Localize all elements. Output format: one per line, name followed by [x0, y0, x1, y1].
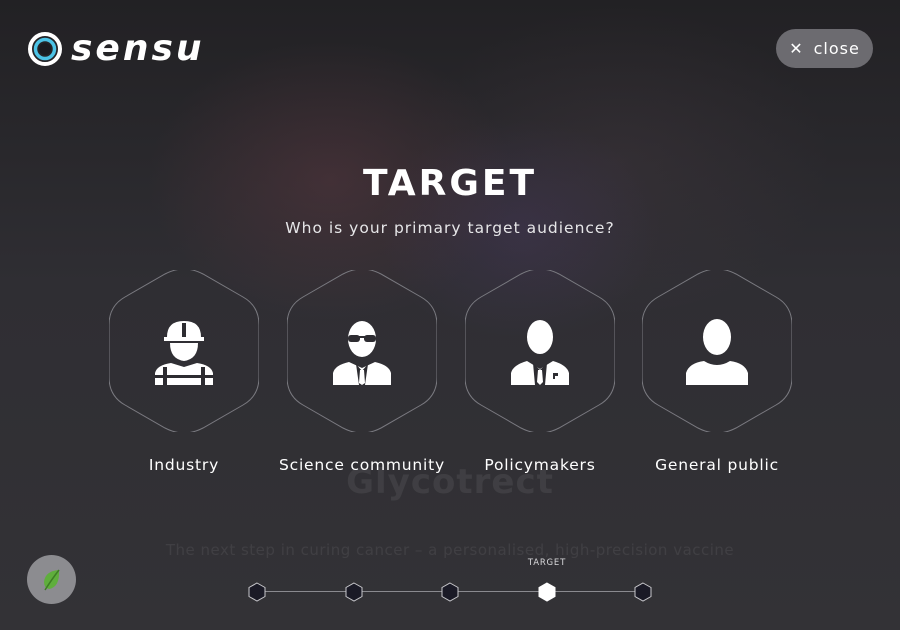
close-icon: ✕ — [789, 38, 804, 58]
progress-stepper: TARGET — [240, 548, 670, 618]
option-science-community[interactable]: Science community — [279, 270, 444, 474]
page-question: Who is your primary target audience? — [285, 219, 615, 237]
step-marker-1[interactable] — [247, 582, 267, 602]
step-marker-5[interactable] — [633, 582, 653, 602]
option-industry[interactable]: Industry — [109, 270, 259, 474]
option-general-public[interactable]: General public — [642, 270, 792, 474]
close-label: close — [813, 39, 860, 58]
current-step-caption: TARGET — [527, 558, 567, 568]
sensu-logo[interactable]: sensu — [27, 30, 205, 68]
logo-text: sensu — [71, 28, 205, 69]
agent-sunglasses-icon — [333, 321, 391, 385]
businessman-icon — [511, 320, 569, 385]
close-button[interactable]: ✕ close — [776, 29, 873, 68]
leaf-icon — [43, 569, 60, 590]
person-icon — [686, 319, 748, 385]
option-policymakers[interactable]: Policymakers — [465, 270, 615, 474]
ring-logo-icon — [28, 32, 62, 66]
option-label: General public — [655, 456, 779, 474]
step-marker-2[interactable] — [344, 582, 364, 602]
worker-hardhat-icon — [155, 321, 213, 385]
eco-leaf-button[interactable] — [27, 555, 76, 604]
step-marker-3[interactable] — [440, 582, 460, 602]
page-title: TARGET — [362, 163, 538, 204]
step-marker-4-current[interactable] — [537, 582, 557, 602]
